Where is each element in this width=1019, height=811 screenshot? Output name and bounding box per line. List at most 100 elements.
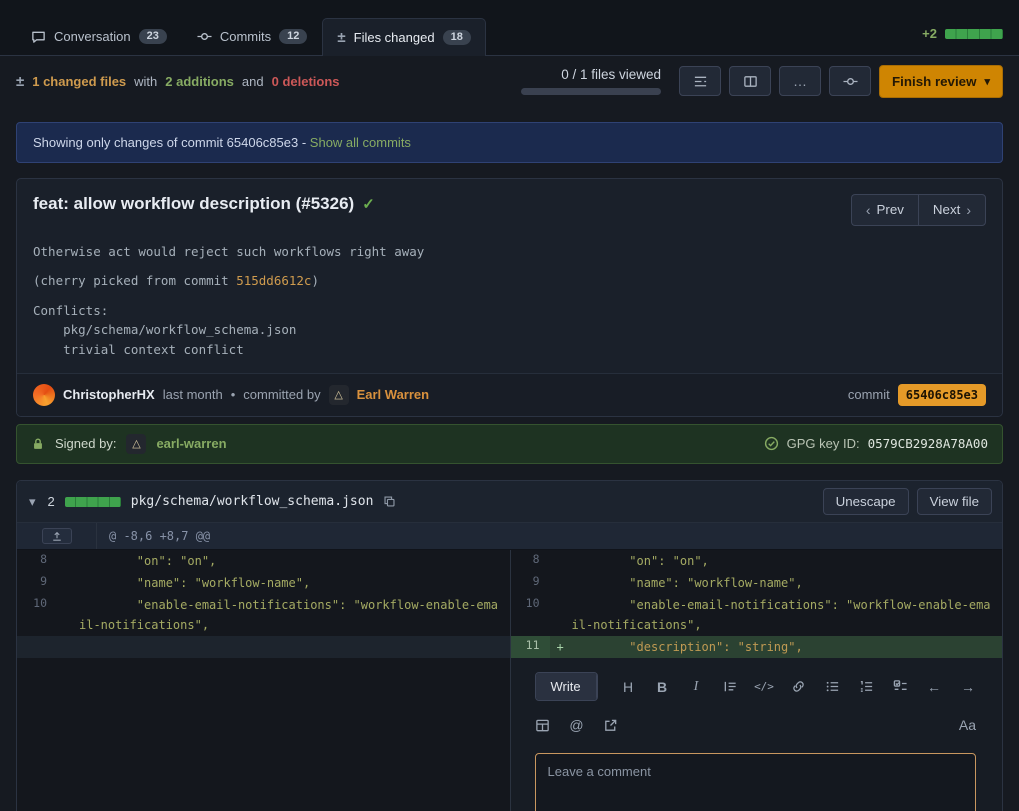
file-diffstat-bar: [65, 497, 121, 507]
commit-body: Otherwise act would reject such workflow…: [17, 232, 1002, 373]
unescape-button[interactable]: Unescape: [823, 488, 909, 515]
code-icon[interactable]: </>: [756, 677, 772, 697]
left-line-number[interactable]: 9: [17, 572, 57, 594]
lock-icon: [31, 437, 45, 451]
view-file-button[interactable]: View file: [917, 488, 992, 515]
committer-avatar[interactable]: △: [329, 385, 349, 405]
cherry-suffix: ): [311, 273, 319, 288]
commit-cherry-line: (cherry picked from commit 515dd6612c): [33, 271, 986, 290]
font-size-toggle[interactable]: Aa: [959, 715, 976, 735]
markdown-toolbar-secondary: @ Aa: [535, 715, 977, 735]
committer-name-link[interactable]: Earl Warren: [357, 387, 430, 402]
finish-review-button[interactable]: Finish review ▾: [879, 65, 1003, 98]
author-avatar[interactable]: [33, 384, 55, 406]
left-line-number-empty: [17, 636, 57, 658]
left-line-number[interactable]: 10: [17, 594, 57, 636]
split-view-button[interactable]: [729, 66, 771, 96]
signer-name-link[interactable]: earl-warren: [156, 436, 226, 451]
tab-write[interactable]: Write: [536, 673, 597, 700]
added-code-text: "description": "string",: [572, 640, 803, 654]
editor-mode-tabs: Write Preview: [535, 672, 599, 701]
commit-filter-banner: Showing only changes of commit 65406c85e…: [16, 122, 1003, 163]
author-name-link[interactable]: ChristopherHX: [63, 387, 155, 402]
copy-path-icon[interactable]: [383, 495, 396, 508]
diffstat-bar: [945, 29, 1003, 39]
commit-hash-badge[interactable]: 65406c85e3: [898, 384, 986, 406]
chevron-left-icon: ‹: [866, 203, 871, 217]
signed-banner: Signed by: △ earl-warren GPG key ID: 057…: [16, 424, 1003, 464]
left-code-cell: "on": "on",: [57, 550, 510, 572]
files-viewed: 0 / 1 files viewed: [521, 67, 661, 95]
redo-icon[interactable]: →: [960, 677, 976, 697]
inline-comment-editor: Write Preview H B I </>: [510, 658, 1003, 811]
changed-files-link[interactable]: 1 changed files: [32, 74, 126, 89]
chevron-right-icon: ›: [966, 203, 971, 217]
left-code-cell: "enable-email-notifications": "workflow-…: [57, 594, 510, 636]
diff-file-icon: ±: [16, 73, 24, 90]
table-icon[interactable]: [535, 715, 551, 735]
commit-hash-group: commit 65406c85e3: [848, 384, 986, 406]
whitespace-options-button[interactable]: [679, 66, 721, 96]
right-line-number[interactable]: 8: [510, 550, 550, 572]
ellipsis-icon: …: [792, 71, 808, 91]
italic-icon[interactable]: I: [688, 677, 704, 697]
commit-title: feat: allow workflow description (#5326)…: [33, 194, 375, 214]
right-line-number[interactable]: 11: [510, 636, 550, 658]
undo-icon[interactable]: ←: [926, 677, 942, 697]
ci-success-icon[interactable]: ✓: [362, 195, 375, 213]
commit-nav: ‹ Prev Next ›: [851, 194, 986, 226]
comment-textarea[interactable]: [535, 753, 977, 811]
mention-icon[interactable]: @: [569, 715, 585, 735]
banner-text: Showing only changes of commit 65406c85e…: [33, 135, 306, 150]
cherry-commit-link[interactable]: 515dd6612c: [236, 273, 311, 288]
right-line-number[interactable]: 9: [510, 572, 550, 594]
tab-files-label: Files changed: [354, 31, 435, 44]
files-viewed-label: 0 / 1 files viewed: [561, 67, 661, 82]
task-list-icon[interactable]: [892, 677, 908, 697]
file-diff-header: ▾ 2 pkg/schema/workflow_schema.json Unes…: [17, 481, 1002, 522]
prev-label: Prev: [877, 203, 904, 216]
pr-diffstat: +2: [922, 26, 1003, 55]
diff-summary-row: ± 1 changed files with 2 additions and 0…: [0, 56, 1019, 106]
browse-commits-button[interactable]: [829, 66, 871, 96]
tab-conversation[interactable]: Conversation 23: [16, 17, 182, 55]
heading-icon[interactable]: H: [620, 677, 636, 697]
file-additions-count: 2: [48, 494, 55, 509]
next-commit-button[interactable]: Next ›: [918, 194, 986, 226]
right-added-code-cell: + "description": "string",: [550, 636, 1003, 658]
split-view-icon: [743, 74, 758, 89]
dot-separator: •: [231, 387, 236, 402]
collapse-file-icon[interactable]: ▾: [27, 492, 38, 512]
commit-time: last month: [163, 387, 223, 402]
show-all-commits-link[interactable]: Show all commits: [310, 135, 411, 150]
pr-tab-bar: Conversation 23 Commits 12 ± Files chang…: [0, 0, 1019, 56]
right-line-number[interactable]: 10: [510, 594, 550, 636]
diff-line-row: 8 "on": "on", 8 "on": "on",: [17, 550, 1002, 572]
next-label: Next: [933, 203, 960, 216]
tab-commits[interactable]: Commits 12: [182, 17, 323, 55]
diff-options-button[interactable]: …: [779, 66, 821, 96]
bold-icon[interactable]: B: [654, 677, 670, 697]
tab-preview[interactable]: Preview: [597, 673, 598, 700]
tab-conversation-count: 23: [139, 29, 167, 44]
file-name[interactable]: pkg/schema/workflow_schema.json: [131, 494, 374, 509]
expand-hunk-button[interactable]: [42, 528, 72, 544]
file-diff-box: ▾ 2 pkg/schema/workflow_schema.json Unes…: [16, 480, 1003, 811]
diff-icon: ±: [337, 30, 345, 45]
prev-commit-button[interactable]: ‹ Prev: [851, 194, 918, 226]
link-icon[interactable]: [790, 677, 806, 697]
left-line-number[interactable]: 8: [17, 550, 57, 572]
ordered-list-icon[interactable]: [858, 677, 874, 697]
reference-icon[interactable]: [603, 715, 619, 735]
tab-files-changed[interactable]: ± Files changed 18: [322, 18, 485, 56]
tab-conversation-label: Conversation: [54, 30, 131, 43]
commit-conflicts-header: Conflicts:: [33, 301, 986, 320]
quote-icon[interactable]: [722, 677, 738, 697]
diff-line-row: 10 "enable-email-notifications": "workfl…: [17, 594, 1002, 636]
signer-avatar[interactable]: △: [126, 434, 146, 454]
tab-files-count: 18: [443, 30, 471, 45]
tab-commits-label: Commits: [220, 30, 271, 43]
view-file-label: View file: [930, 495, 979, 508]
unordered-list-icon[interactable]: [824, 677, 840, 697]
finish-review-label: Finish review: [892, 74, 976, 89]
